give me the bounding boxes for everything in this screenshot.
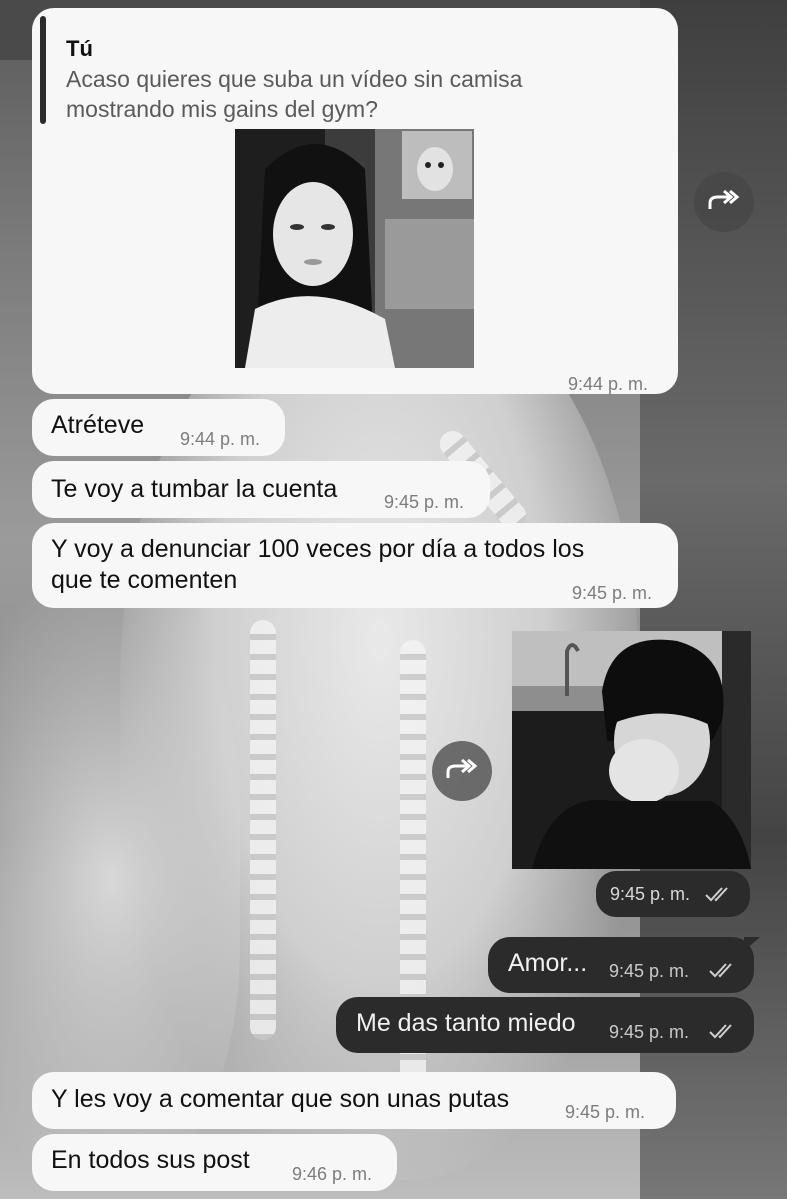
message-time: 9:45 p. m. bbox=[572, 583, 653, 603]
message-bubble-outgoing[interactable]: Amor... 9:45 p. m. bbox=[488, 937, 754, 993]
message-bubble[interactable]: Y voy a denunciar 100 veces por día a to… bbox=[32, 523, 678, 608]
photo-attachment[interactable] bbox=[512, 631, 751, 869]
forward-icon bbox=[446, 758, 478, 785]
message-bubble[interactable]: Y les voy a comentar que son unas putas … bbox=[32, 1072, 676, 1129]
quote-bar bbox=[40, 16, 46, 124]
message-text-line2: que te comenten bbox=[51, 566, 238, 594]
message-bubble-outgoing[interactable]: Me das tanto miedo 9:45 p. m. bbox=[336, 997, 754, 1053]
double-check-icon bbox=[708, 1022, 738, 1045]
message-time: 9:46 p. m. bbox=[292, 1164, 373, 1184]
message-time: 9:45 p. m. bbox=[565, 1102, 646, 1122]
message-time: 9:45 p. m. bbox=[609, 1022, 690, 1042]
reply-quote[interactable]: Tú Acaso quieres que suba un vídeo sin c… bbox=[40, 16, 670, 124]
forward-icon bbox=[708, 189, 740, 216]
message-time: 9:44 p. m. bbox=[180, 429, 261, 449]
double-check-icon bbox=[704, 885, 734, 908]
forward-button[interactable] bbox=[432, 741, 492, 801]
message-text: Y voy a denunciar 100 veces por día a to… bbox=[51, 535, 585, 563]
reply-author: Tú bbox=[66, 36, 93, 61]
message-bubble-photo-reply[interactable]: Tú Acaso quieres que suba un vídeo sin c… bbox=[32, 8, 678, 394]
bubble-tail bbox=[744, 937, 760, 951]
photo-timestamp: 9:45 p. m. bbox=[596, 871, 750, 917]
message-text: Atréteve bbox=[51, 411, 145, 439]
reply-text: Acaso quieres que suba un vídeo sin cami… bbox=[66, 66, 523, 122]
message-bubble[interactable]: Atréteve 9:44 p. m. bbox=[32, 399, 285, 456]
photo-attachment[interactable] bbox=[235, 129, 474, 368]
double-check-icon bbox=[708, 961, 738, 984]
message-time: 9:45 p. m. bbox=[610, 884, 691, 904]
message-bubble[interactable]: Te voy a tumbar la cuenta 9:45 p. m. bbox=[32, 461, 490, 518]
message-text: En todos sus post bbox=[51, 1146, 250, 1174]
message-text: Y les voy a comentar que son unas putas bbox=[51, 1085, 510, 1113]
message-text: Te voy a tumbar la cuenta bbox=[51, 475, 338, 503]
forward-button[interactable] bbox=[694, 172, 754, 232]
message-time: 9:45 p. m. bbox=[384, 492, 465, 512]
message-time: 9:44 p. m. bbox=[568, 374, 649, 394]
message-time: 9:45 p. m. bbox=[609, 961, 690, 981]
message-text: Me das tanto miedo bbox=[356, 1009, 576, 1037]
message-text: Amor... bbox=[508, 949, 588, 977]
message-bubble[interactable]: En todos sus post 9:46 p. m. bbox=[32, 1134, 397, 1191]
